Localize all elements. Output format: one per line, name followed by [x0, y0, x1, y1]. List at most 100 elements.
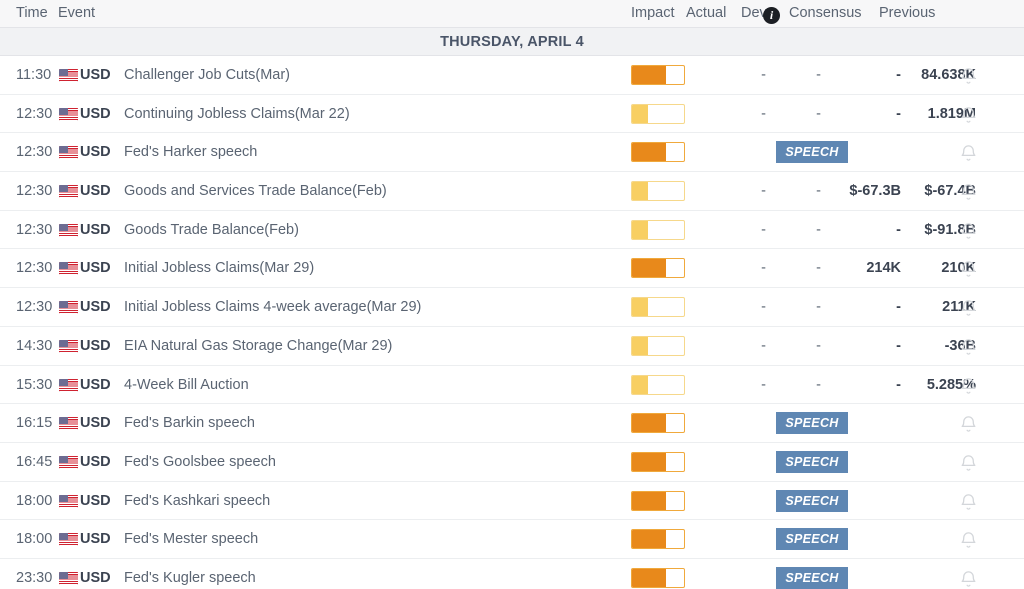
column-header-impact[interactable]: Impact — [631, 5, 675, 21]
event-name[interactable]: Initial Jobless Claims(Mar 29) — [124, 260, 314, 276]
bell-icon[interactable] — [959, 259, 978, 279]
bell-icon[interactable] — [959, 143, 978, 163]
us-flag-icon — [59, 339, 78, 353]
actual-value: - — [761, 67, 766, 83]
bell-icon[interactable] — [959, 376, 978, 396]
speech-badge[interactable]: SPEECH — [776, 566, 848, 589]
event-time: 12:30 — [16, 221, 53, 238]
event-name[interactable]: EIA Natural Gas Storage Change(Mar 29) — [124, 338, 392, 354]
table-header: Time Event Impact Actual Dev i Consensus… — [0, 0, 1024, 28]
event-name[interactable]: Initial Jobless Claims 4-week average(Ma… — [124, 299, 421, 315]
impact-bar — [631, 451, 685, 472]
us-flag-icon — [59, 223, 78, 237]
bell-icon[interactable] — [959, 105, 978, 125]
event-time: 15:30 — [16, 376, 53, 393]
currency-label: USD — [80, 144, 111, 161]
event-name[interactable]: Challenger Job Cuts(Mar) — [124, 67, 290, 83]
column-header-event[interactable]: Event — [58, 5, 95, 21]
deviation-value: - — [816, 67, 821, 83]
bell-icon[interactable] — [959, 569, 978, 589]
table-row[interactable]: 12:30 USD Initial Jobless Claims(Mar 29) - -… — [0, 249, 1024, 289]
us-flag-icon — [59, 301, 78, 315]
us-flag-icon — [59, 417, 78, 431]
speech-badge[interactable]: SPEECH — [776, 141, 848, 164]
speech-badge[interactable]: SPEECH — [776, 528, 848, 551]
table-row[interactable]: 11:30 USD Challenger Job Cuts(Mar) - - -84.63… — [0, 56, 1024, 95]
table-row[interactable]: 12:30 USD Continuing Jobless Claims(Mar 22… — [0, 94, 1024, 134]
event-time: 11:30 — [16, 67, 52, 83]
bell-icon[interactable] — [959, 492, 978, 512]
actual-value: - — [761, 221, 766, 238]
bell-icon[interactable] — [959, 453, 978, 473]
bell-icon[interactable] — [959, 221, 978, 241]
currency-label: USD — [80, 569, 111, 586]
table-row[interactable]: 12:30 USD Initial Jobless Claims 4-week av… — [0, 288, 1024, 327]
us-flag-icon — [59, 69, 78, 82]
impact-bar — [631, 374, 685, 395]
impact-bar — [631, 529, 685, 550]
table-row[interactable]: 15:30 USD 4-Week Bill Auction - - -5.285% — [0, 365, 1024, 405]
table-row[interactable]: 12:30 USD Goods and Services Trade Balance… — [0, 172, 1024, 211]
impact-bar — [631, 258, 685, 279]
event-name[interactable]: Fed's Barkin speech — [124, 415, 255, 431]
bell-icon[interactable] — [959, 414, 978, 434]
consensus-value: - — [896, 105, 901, 122]
column-header-consensus[interactable]: Consensus — [789, 5, 862, 21]
speech-badge[interactable]: SPEECH — [776, 450, 848, 473]
bell-icon[interactable] — [959, 66, 978, 86]
impact-bar — [631, 142, 685, 163]
bell-icon[interactable] — [959, 182, 978, 202]
table-row[interactable]: 16:15 USD Fed's Barkin speech SPEECH — [0, 404, 1024, 443]
us-flag-icon — [59, 262, 78, 276]
speech-badge[interactable]: SPEECH — [776, 489, 848, 512]
deviation-value: - — [816, 105, 821, 122]
event-name[interactable]: 4-Week Bill Auction — [124, 377, 249, 393]
event-name[interactable]: Fed's Kashkari speech — [124, 493, 270, 509]
currency-label: USD — [80, 376, 111, 393]
event-name[interactable]: Continuing Jobless Claims(Mar 22) — [124, 106, 350, 122]
table-row[interactable]: 18:00 USD Fed's Mester speech SPEECH — [0, 520, 1024, 559]
impact-bar — [631, 297, 685, 318]
speech-badge[interactable]: SPEECH — [776, 412, 848, 435]
currency-label: USD — [80, 221, 111, 238]
bell-icon[interactable] — [959, 298, 978, 318]
event-name[interactable]: Fed's Goolsbee speech — [124, 454, 276, 470]
deviation-value: - — [816, 183, 821, 200]
event-time: 23:30 — [16, 569, 53, 586]
column-header-previous[interactable]: Previous — [879, 5, 935, 21]
table-row[interactable]: 14:30 USD EIA Natural Gas Storage Change(M… — [0, 326, 1024, 366]
event-name[interactable]: Fed's Kugler speech — [124, 570, 256, 586]
us-flag-icon — [59, 185, 78, 199]
impact-bar — [631, 103, 685, 124]
consensus-value: - — [896, 299, 901, 316]
bell-icon[interactable] — [959, 337, 978, 357]
consensus-value: $-67.3B — [849, 183, 901, 200]
us-flag-icon — [59, 455, 78, 469]
table-row[interactable]: 12:30 USD Fed's Harker speech SPEECH — [0, 133, 1024, 173]
bell-icon[interactable] — [959, 530, 978, 550]
consensus-value: - — [896, 337, 901, 354]
table-row[interactable]: 23:30 USD Fed's Kugler speech SPEECH — [0, 558, 1024, 589]
table-row[interactable]: 18:00 USD Fed's Kashkari speech SPEECH — [0, 481, 1024, 521]
table-row[interactable]: 12:30 USD Goods Trade Balance(Feb) - - - $-91.… — [0, 210, 1024, 250]
impact-bar — [631, 181, 685, 202]
column-header-time[interactable]: Time — [16, 5, 48, 21]
date-group-header: THURSDAY, APRIL 4 — [0, 28, 1024, 56]
impact-bar — [631, 65, 685, 85]
us-flag-icon — [59, 146, 78, 160]
actual-value: - — [761, 376, 766, 393]
deviation-value: - — [816, 376, 821, 393]
impact-bar — [631, 335, 685, 356]
consensus-value: - — [896, 67, 901, 83]
event-name[interactable]: Goods Trade Balance(Feb) — [124, 222, 299, 238]
table-row[interactable]: 16:45 USD Fed's Goolsbee speech SPEECH — [0, 442, 1024, 482]
event-name[interactable]: Fed's Harker speech — [124, 144, 257, 160]
event-name[interactable]: Fed's Mester speech — [124, 531, 258, 547]
info-icon[interactable]: i — [763, 5, 780, 24]
event-name[interactable]: Goods and Services Trade Balance(Feb) — [124, 183, 387, 199]
column-header-actual[interactable]: Actual — [686, 5, 726, 21]
event-time: 14:30 — [16, 337, 53, 354]
currency-label: USD — [80, 492, 111, 509]
event-time: 12:30 — [16, 144, 53, 161]
event-time: 16:15 — [16, 415, 53, 432]
